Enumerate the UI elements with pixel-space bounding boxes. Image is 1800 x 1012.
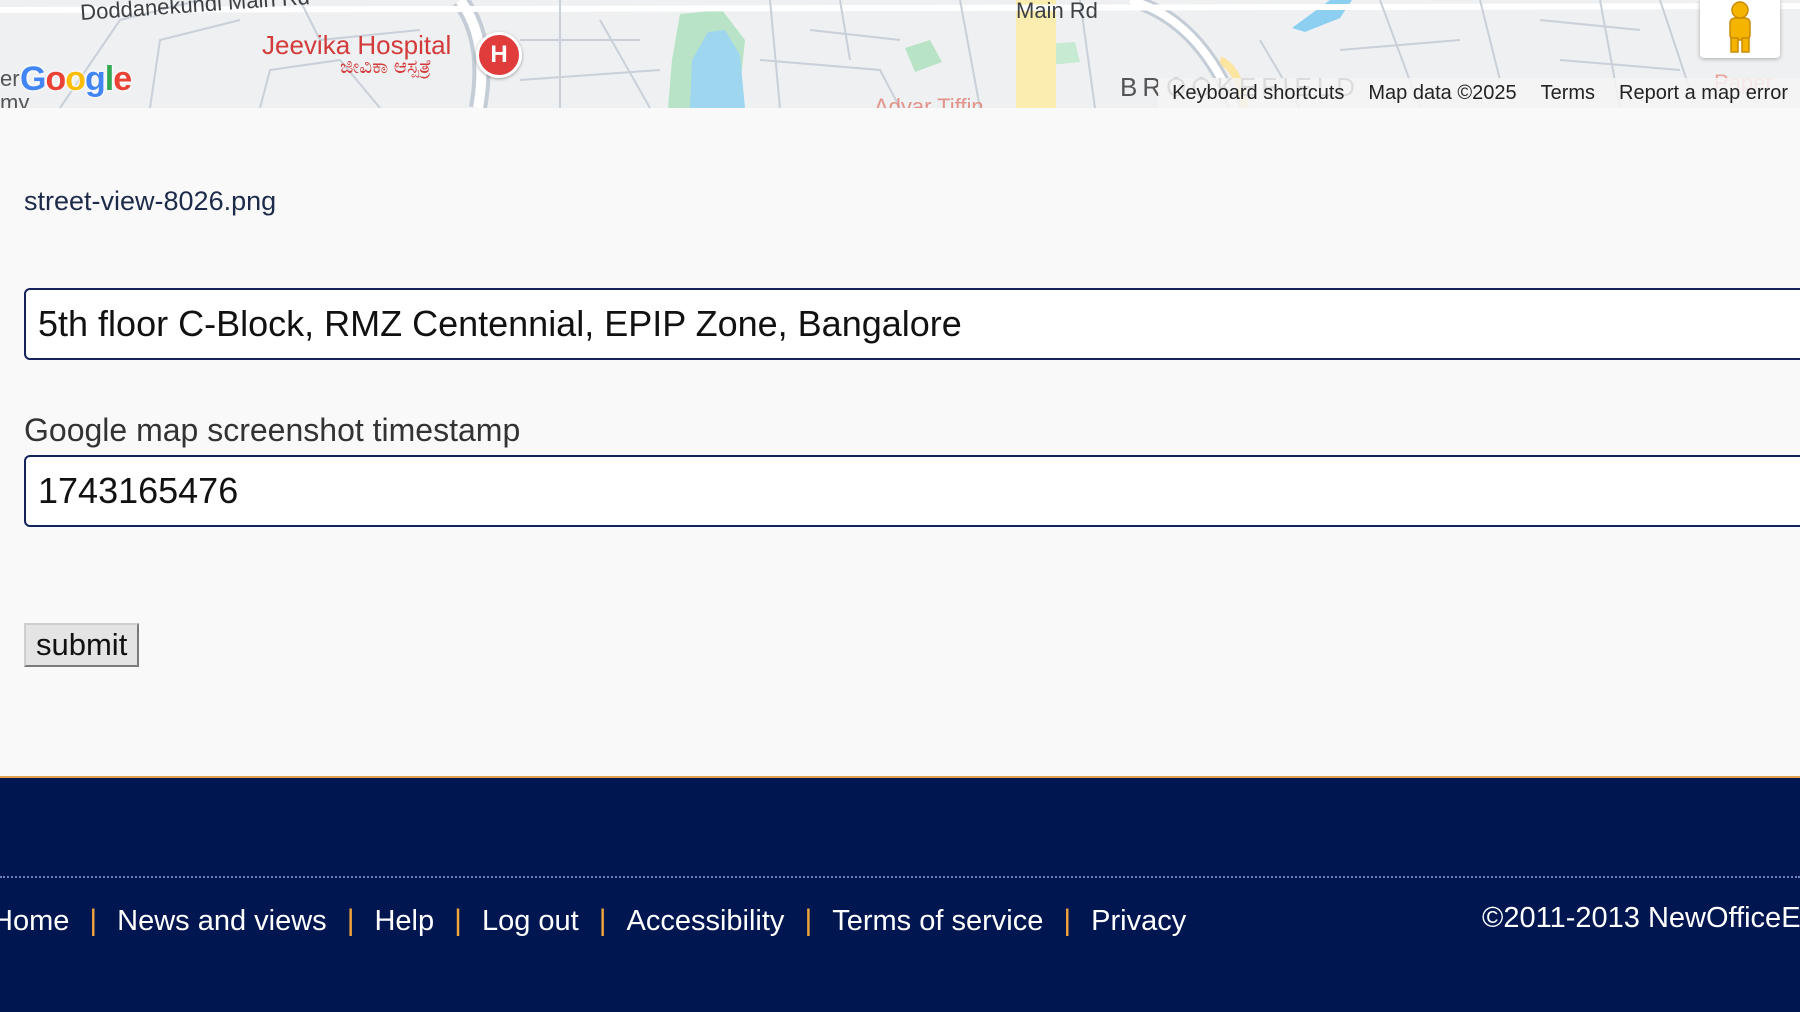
road-label-main-rd: Main Rd: [1016, 0, 1098, 23]
keyboard-shortcuts-link[interactable]: Keyboard shortcuts: [1172, 82, 1344, 105]
image-filename: street-view-8026.png: [24, 186, 277, 216]
hospital-name-kannada-label: ಜೀವಿಕಾ ಆಸ್ಪತ್ರೆ: [340, 56, 432, 78]
footer-separator: |: [804, 904, 813, 937]
footer-link-log-out[interactable]: Log out: [482, 905, 579, 938]
poi-label-adyar-tiffin: Adyar Tiffin: [874, 94, 984, 108]
pegman-button[interactable]: [1700, 0, 1780, 58]
map-edge-label-1: er: [0, 66, 20, 91]
footer-separator: |: [454, 904, 462, 937]
map-data-label: Map data ©2025: [1368, 81, 1517, 104]
google-logo: Google: [20, 60, 132, 98]
report-map-error-link[interactable]: Report a map error: [1619, 82, 1788, 105]
timestamp-label: Google map screenshot timestamp: [24, 412, 521, 448]
footer-separator: |: [346, 904, 355, 937]
copyright-text: ©2011-2013 NewOfficeEu: [1482, 902, 1800, 934]
footer-separator: |: [1063, 904, 1072, 937]
pegman-icon: [1729, 1, 1751, 53]
footer-link-privacy[interactable]: Privacy: [1091, 905, 1186, 938]
footer-link-help[interactable]: Help: [374, 905, 434, 938]
site-footer: Home | News and views | Help | Log out |…: [0, 776, 1800, 1012]
map-terms-link[interactable]: Terms: [1541, 82, 1595, 105]
footer-link-terms-of-service[interactable]: Terms of service: [832, 905, 1043, 938]
footer-separator: |: [598, 904, 607, 937]
timestamp-input[interactable]: [24, 455, 1800, 527]
footer-link-home[interactable]: Home: [0, 905, 69, 938]
footer-divider: [0, 876, 1800, 878]
address-input[interactable]: [24, 288, 1800, 360]
footer-link-accessibility[interactable]: Accessibility: [627, 905, 785, 938]
map-view[interactable]: Doddanekundi Main Rd Main Rd Jeevika Hos…: [0, 0, 1800, 108]
submit-button[interactable]: submit: [24, 623, 140, 667]
map-attribution-bar: Keyboard shortcuts Map data ©2025 Terms …: [1158, 78, 1800, 108]
footer-link-news-and-views[interactable]: News and views: [117, 905, 327, 938]
hospital-marker-icon[interactable]: H: [476, 32, 522, 78]
footer-separator: |: [89, 904, 98, 937]
footer-nav: Home | News and views | Help | Log out |…: [0, 904, 1186, 938]
